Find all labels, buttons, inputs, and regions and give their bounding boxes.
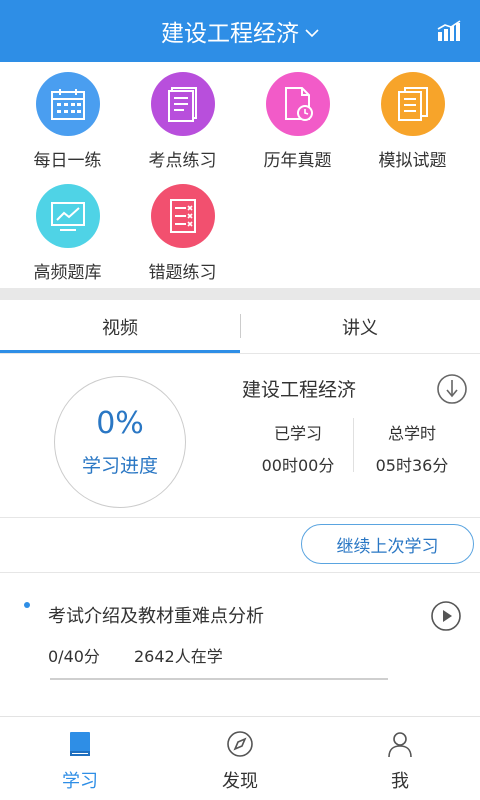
total-hours-label: 总学时 xyxy=(387,424,436,443)
bottom-nav: 学习 发现 我 xyxy=(0,716,480,800)
category-icon-bg xyxy=(150,184,215,248)
download-icon[interactable] xyxy=(436,373,468,405)
active-tab-indicator xyxy=(0,350,240,353)
content-tabs: 视频 讲义 xyxy=(0,300,480,354)
header-title: 建设工程经济 xyxy=(161,21,299,47)
nav-item-me[interactable]: 我 xyxy=(320,717,480,800)
category-label: 模拟试题 xyxy=(378,151,447,171)
compass-icon xyxy=(227,731,253,757)
category-label: 错题练习 xyxy=(148,263,217,283)
tab-label: 讲义 xyxy=(342,318,378,339)
trend-chart-icon xyxy=(50,202,85,231)
category-icon-bg xyxy=(265,72,330,136)
divider xyxy=(0,572,480,573)
nav-item-discover[interactable]: 发现 xyxy=(160,717,320,800)
category-high-frequency[interactable]: 高频题库 xyxy=(10,174,125,284)
course-title: 建设工程经济 xyxy=(242,379,357,401)
tab-handout[interactable]: 讲义 xyxy=(240,300,480,354)
studied-label: 已学习 xyxy=(273,424,322,443)
studied-value: 00时00分 xyxy=(261,456,335,475)
user-icon xyxy=(388,732,412,758)
calendar-icon xyxy=(50,89,85,120)
course-selector[interactable]: 建设工程经济 xyxy=(0,0,480,62)
documents-icon xyxy=(397,87,428,121)
category-point-practice[interactable]: 考点练习 xyxy=(125,62,240,172)
category-daily-practice[interactable]: 每日一练 xyxy=(10,62,125,172)
progress-percent: 0% xyxy=(96,406,144,441)
nav-label: 发现 xyxy=(222,771,258,792)
category-wrong-questions[interactable]: 错题练习 xyxy=(125,174,240,284)
category-icon-bg xyxy=(380,72,445,136)
category-label: 考点练习 xyxy=(148,151,217,171)
category-grid: 每日一练 考点练习 历年真题 模拟试题 高频题库 错题练习 xyxy=(0,62,480,288)
stat-divider xyxy=(353,418,354,472)
total-hours-value: 05时36分 xyxy=(375,456,449,475)
category-label: 历年真题 xyxy=(263,151,332,171)
category-icon-bg xyxy=(35,72,100,136)
category-past-exams[interactable]: 历年真题 xyxy=(240,62,355,172)
divider xyxy=(0,517,480,518)
section-divider xyxy=(0,288,480,300)
category-icon-bg xyxy=(150,72,215,136)
progress-label: 学习进度 xyxy=(81,455,158,477)
nav-label: 我 xyxy=(391,771,409,792)
list-bullet xyxy=(24,602,30,608)
category-label: 每日一练 xyxy=(33,151,102,171)
book-icon xyxy=(70,732,90,756)
lesson-progress-bar xyxy=(50,678,388,680)
tab-video[interactable]: 视频 xyxy=(0,300,240,354)
continue-learning-button[interactable]: 继续上次学习 xyxy=(301,524,474,564)
notebook-icon xyxy=(167,87,197,122)
lesson-title[interactable]: 考试介绍及教材重难点分析 xyxy=(48,602,264,628)
nav-item-study[interactable]: 学习 xyxy=(0,717,160,800)
lesson-learners: 2642人在学 xyxy=(134,647,223,666)
nav-label: 学习 xyxy=(62,771,98,792)
progress-ring: 0% 学习进度 xyxy=(54,376,186,508)
category-label: 高频题库 xyxy=(33,263,102,283)
tab-label: 视频 xyxy=(102,318,138,339)
category-mock-exams[interactable]: 模拟试题 xyxy=(355,62,470,172)
category-icon-bg xyxy=(35,184,100,248)
lesson-score: 0/40分 xyxy=(48,647,100,666)
bar-chart-icon[interactable] xyxy=(436,20,462,42)
chevron-down-icon xyxy=(305,29,319,38)
play-icon[interactable] xyxy=(430,600,462,632)
document-clock-icon xyxy=(284,87,313,121)
app-header: 建设工程经济 xyxy=(0,0,480,62)
wrong-list-icon xyxy=(169,199,196,233)
